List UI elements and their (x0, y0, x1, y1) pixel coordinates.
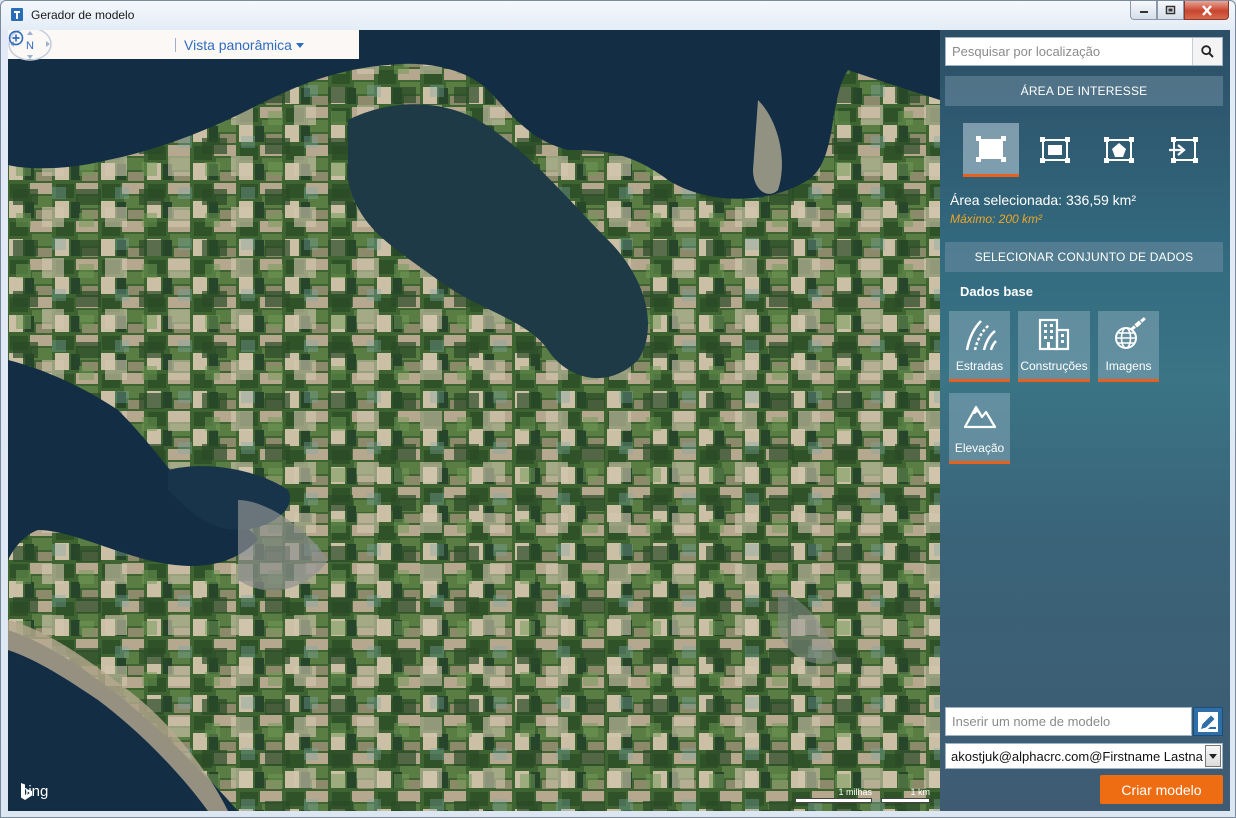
selected-area-text: Área selecionada: 336,59 km² (950, 192, 1136, 208)
rectangle-select-icon (976, 135, 1006, 162)
dataset-imagery-label: Imagens (1105, 359, 1152, 373)
import-area-icon (1169, 137, 1198, 163)
map-view-selector[interactable]: Vista panorâmica (184, 37, 292, 53)
import-area-tool[interactable] (1155, 123, 1211, 177)
polygon-select-icon (1104, 137, 1134, 163)
scale-miles-bar (795, 798, 872, 803)
map-imagery (8, 30, 940, 811)
edit-pencil-icon (1198, 711, 1218, 732)
app-window: Gerador de modelo N Vista panorâmica bin… (0, 0, 1236, 818)
dataset-imagery[interactable]: Imagens (1098, 311, 1159, 382)
window-controls (1130, 1, 1229, 21)
polygon-select-tool[interactable] (1091, 123, 1147, 177)
scale-km-bar (881, 798, 930, 803)
bing-logo: bing (20, 783, 48, 800)
search-icon (1201, 45, 1214, 58)
satellite-map[interactable]: N Vista panorâmica bing 1 milhas 1 km (8, 30, 940, 811)
scale-km-label: 1 km (910, 787, 930, 797)
window-title: Gerador de modelo (31, 8, 135, 22)
create-model-button[interactable]: Criar modelo (1100, 775, 1223, 804)
location-search-input[interactable] (946, 38, 1206, 65)
edit-model-button[interactable] (1193, 707, 1223, 736)
chevron-down-icon[interactable] (296, 43, 304, 48)
mountain-icon (963, 405, 996, 429)
buildings-icon (1038, 318, 1070, 351)
model-name-field (945, 707, 1192, 736)
bing-icon (21, 783, 32, 800)
model-name-input[interactable] (946, 708, 1191, 735)
max-area-text: Máximo: 200 km² (950, 212, 1043, 226)
satellite-globe-icon (1114, 317, 1146, 349)
account-dropdown-button[interactable] (1205, 745, 1221, 767)
dataset-buildings-label: Construções (1020, 359, 1088, 373)
location-search (945, 37, 1223, 66)
restore-icon (1165, 5, 1176, 15)
search-button[interactable] (1192, 38, 1222, 65)
rectangle-select-tool[interactable] (963, 123, 1019, 177)
dataset-header: SELECIONAR CONJUNTO DE DADOS (945, 242, 1223, 272)
title-bar: Gerador de modelo (1, 1, 1235, 29)
scale-miles: 1 milhas (795, 787, 872, 803)
close-icon (1201, 4, 1212, 16)
toolbar-divider (175, 38, 176, 52)
side-panel: ÁREA DE INTERESSE (940, 30, 1230, 811)
fit-rectangle-tool[interactable] (1027, 123, 1083, 177)
chevron-down-icon (1209, 753, 1217, 759)
fit-rectangle-icon (1040, 137, 1070, 163)
dataset-elevation-label: Elevação (954, 441, 1005, 455)
dataset-buildings[interactable]: Construções (1018, 311, 1090, 382)
dataset-elevation[interactable]: Elevação (949, 393, 1010, 464)
compass-label: N (26, 40, 34, 52)
dataset-roads[interactable]: Estradas (949, 311, 1010, 382)
roads-icon (965, 320, 997, 351)
app-icon (11, 8, 23, 21)
base-data-label: Dados base (960, 284, 1033, 299)
dataset-roads-label: Estradas (955, 359, 1004, 373)
zoom-in-icon[interactable] (8, 30, 24, 46)
map-toolbar: N Vista panorâmica (8, 30, 359, 61)
account-select[interactable]: akostjuk@alphacrc.com@Firstname Lastname (945, 743, 1223, 769)
minimize-icon (1139, 11, 1148, 13)
minimize-button[interactable] (1130, 1, 1157, 20)
restore-button[interactable] (1157, 1, 1184, 20)
account-value: akostjuk@alphacrc.com@Firstname Lastname (951, 749, 1203, 764)
area-of-interest-header: ÁREA DE INTERESSE (945, 76, 1223, 106)
scale-km: 1 km (881, 787, 930, 803)
scale-miles-label: 1 milhas (838, 787, 872, 797)
close-button[interactable] (1184, 1, 1229, 20)
